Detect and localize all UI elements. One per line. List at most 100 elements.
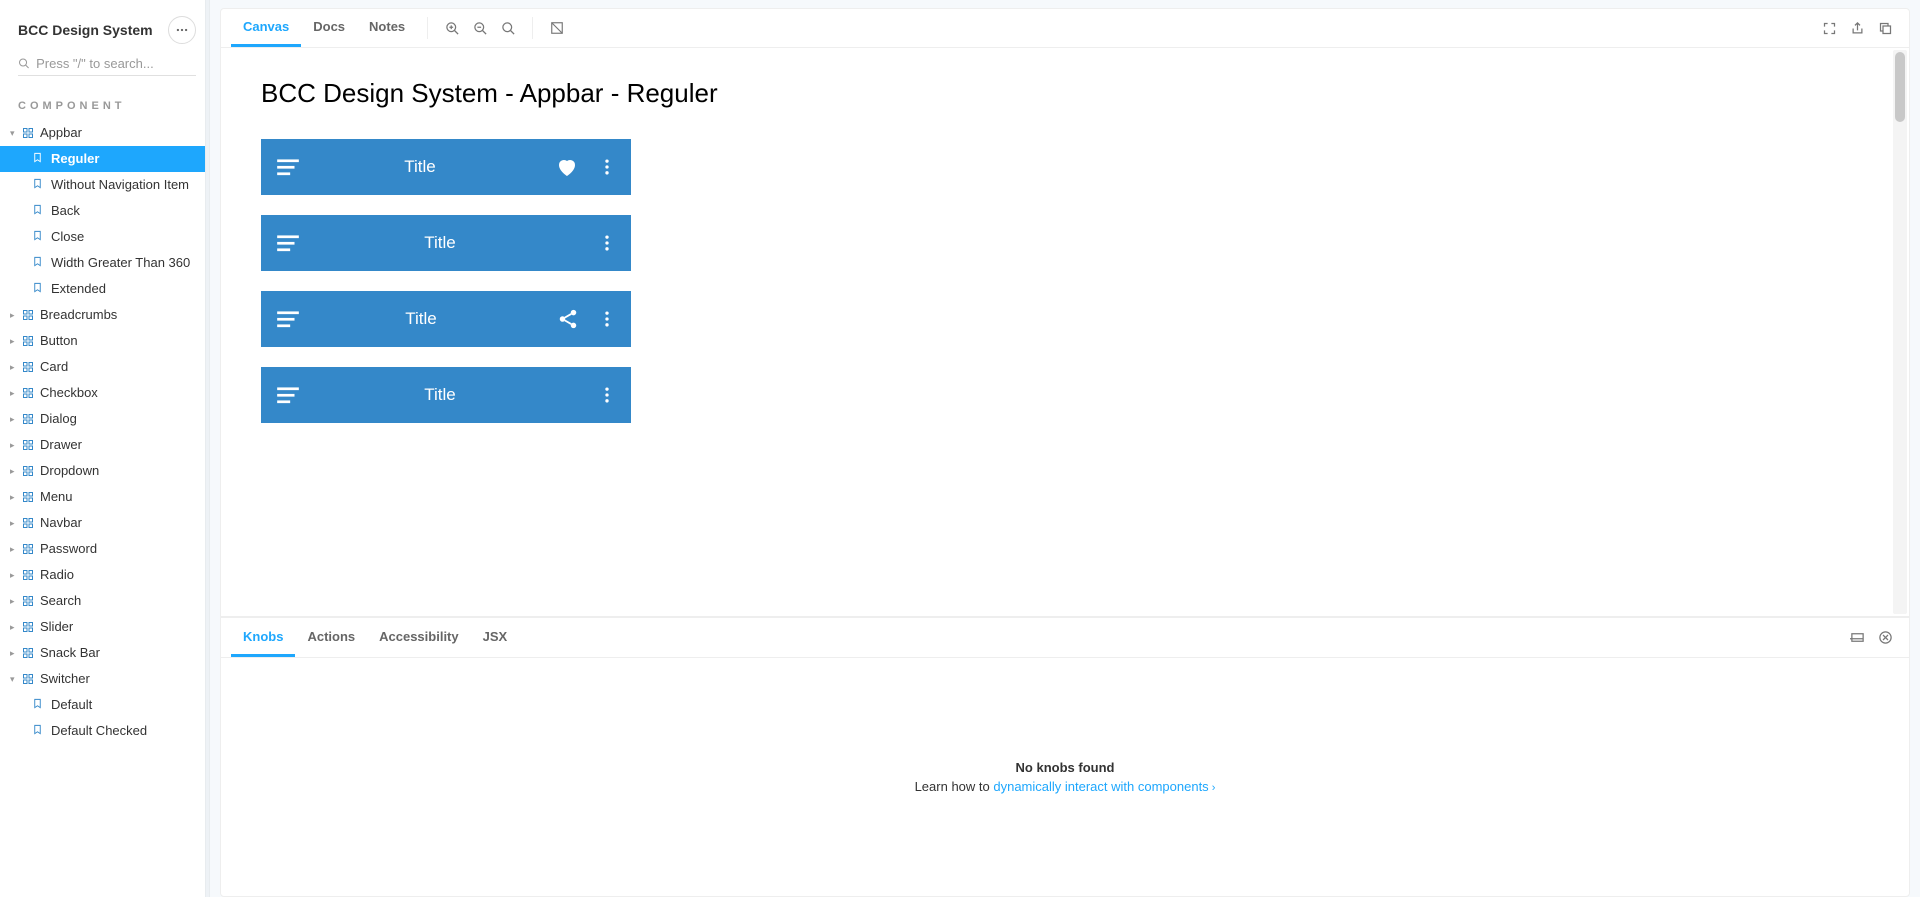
tree-item-breadcrumbs[interactable]: ▸ Breadcrumbs [0,302,210,328]
tree-item-label: Button [40,332,78,350]
heart-icon[interactable] [555,155,579,179]
menu-icon[interactable] [275,306,301,332]
fullscreen-icon [1822,21,1837,36]
bookmark-icon [32,256,43,267]
zoom-reset-button[interactable] [494,14,522,42]
tab-notes[interactable]: Notes [357,9,417,47]
tab-canvas[interactable]: Canvas [231,9,301,47]
story-item-default[interactable]: Default [0,692,210,718]
chevron-right-icon: › [1209,782,1216,794]
story-item-label: Default [51,696,92,714]
menu-icon[interactable] [275,382,301,408]
addons-orientation-button[interactable] [1843,624,1871,652]
addon-tab-knobs[interactable]: Knobs [231,618,295,657]
tree-item-checkbox[interactable]: ▸Checkbox [0,380,210,406]
component-icon [22,595,34,607]
tree-item-snack-bar[interactable]: ▸Snack Bar [0,640,210,666]
tree-item-password[interactable]: ▸Password [0,536,210,562]
zoom-out-button[interactable] [466,14,494,42]
zoom-reset-icon [501,21,516,36]
tree-item-switcher[interactable]: ▾Switcher [0,666,210,692]
story-item-label: Without Navigation Item [51,176,189,194]
component-icon [22,439,34,451]
tree-item-navbar[interactable]: ▸Navbar [0,510,210,536]
tree-item-card[interactable]: ▸Card [0,354,210,380]
tree-item-label: Card [40,358,68,376]
addons-help-link[interactable]: dynamically interact with components [993,779,1208,794]
sidebar-resize-handle[interactable] [205,0,210,897]
story-item-reguler[interactable]: Reguler [0,146,210,172]
story-item-default-checked[interactable]: Default Checked [0,718,210,744]
copy-button[interactable] [1871,14,1899,42]
story-item-width-greater-than-360[interactable]: Width Greater Than 360 [0,250,210,276]
tree-item-label: Menu [40,488,73,506]
tree-item-search[interactable]: ▸ Search [0,588,210,614]
component-icon [22,361,34,373]
search-box[interactable] [18,52,196,76]
sidebar-menu-button[interactable] [168,16,196,44]
caret-icon: ▸ [10,410,20,428]
tree-item-slider[interactable]: ▸Slider [0,614,210,640]
component-icon [22,491,34,503]
canvas-scrollbar[interactable] [1893,50,1907,614]
open-button[interactable] [1843,14,1871,42]
tree-item-label: Appbar [40,124,82,142]
story-item-without-navigation-item[interactable]: Without Navigation Item [0,172,210,198]
tree-item-label: Breadcrumbs [40,306,117,324]
addon-tab-jsx[interactable]: JSX [471,618,520,657]
story-item-close[interactable]: Close [0,224,210,250]
component-icon [22,465,34,477]
component-tree: ▾AppbarReguler Without Navigation Item Bac… [0,120,210,897]
overflow-icon[interactable] [597,157,617,177]
overflow-icon[interactable] [597,233,617,253]
background-button[interactable] [543,14,571,42]
addons-empty-sub: Learn how to dynamically interact with c… [915,779,1216,794]
addon-tab-accessibility[interactable]: Accessibility [367,618,471,657]
story-item-label: Extended [51,280,106,298]
zoom-in-button[interactable] [438,14,466,42]
menu-icon[interactable] [275,230,301,256]
bookmark-icon [32,178,43,189]
share-icon[interactable] [557,308,579,330]
canvas-toolbar: CanvasDocsNotes [220,8,1910,48]
appbar-example: Title [261,367,631,423]
tree-item-label: Navbar [40,514,82,532]
addons-panel: KnobsActionsAccessibilityJSX No knobs fo… [220,617,1910,897]
overflow-icon[interactable] [597,309,617,329]
caret-icon: ▸ [10,332,20,350]
appbar-example: Title [261,291,631,347]
story-item-label: Width Greater Than 360 [51,254,190,272]
menu-icon[interactable] [275,154,301,180]
tree-item-button[interactable]: ▸ Button [0,328,210,354]
tree-item-appbar[interactable]: ▾Appbar [0,120,210,146]
tree-item-radio[interactable]: ▸Radio [0,562,210,588]
tab-docs[interactable]: Docs [301,9,357,47]
copy-icon [1878,21,1893,36]
caret-icon: ▸ [10,436,20,454]
overflow-icon[interactable] [597,385,617,405]
caret-icon: ▸ [10,592,20,610]
sidebar: BCC Design System COMPONENT ▾AppbarRegul… [0,0,210,897]
addons-close-button[interactable] [1871,624,1899,652]
appbar-title: Title [301,233,579,253]
background-icon [550,21,564,35]
tree-item-label: Search [40,592,81,610]
tree-item-drawer[interactable]: ▸Drawer [0,432,210,458]
section-label: COMPONENT [0,86,210,120]
search-input[interactable] [30,56,196,71]
component-icon [22,127,34,139]
story-item-back[interactable]: Back [0,198,210,224]
tree-item-dialog[interactable]: ▸Dialog [0,406,210,432]
tree-item-menu[interactable]: ▸Menu [0,484,210,510]
addon-tab-actions[interactable]: Actions [295,618,367,657]
addons-empty-title: No knobs found [1016,760,1115,775]
addons-empty-prefix: Learn how to [915,779,994,794]
bookmark-icon [32,724,43,735]
appbar-title: Title [301,309,541,329]
tree-item-dropdown[interactable]: ▸Dropdown [0,458,210,484]
story-item-extended[interactable]: Extended [0,276,210,302]
fullscreen-button[interactable] [1815,14,1843,42]
caret-icon: ▸ [10,306,20,324]
component-icon [22,673,34,685]
component-icon [22,517,34,529]
